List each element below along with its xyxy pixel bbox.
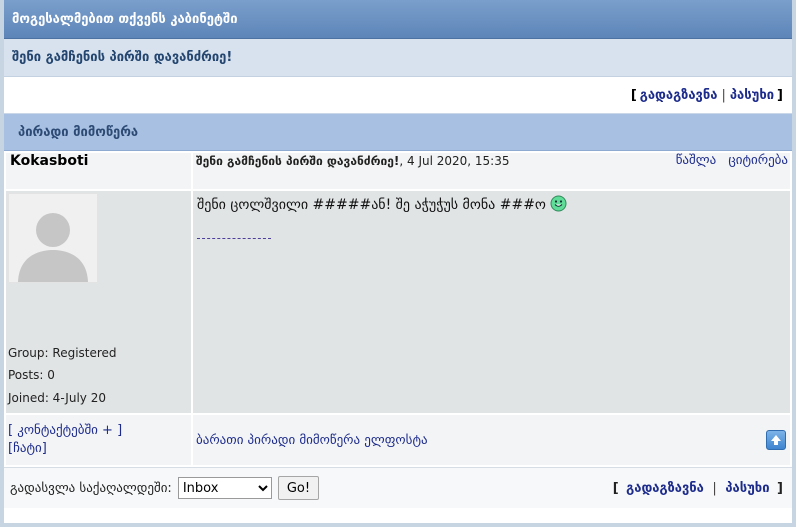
- scroll-up-icon: [771, 435, 781, 445]
- chat-link[interactable]: [ჩატი]: [8, 441, 47, 456]
- folder-select[interactable]: Inbox: [177, 477, 272, 499]
- forward-link[interactable]: გადაგზავნა: [640, 88, 718, 103]
- bracket-close: ]: [777, 87, 783, 103]
- author-posts: Posts: 0: [8, 368, 55, 382]
- author-links: [ კონტაქტებში + ] [ჩატი]: [6, 415, 191, 465]
- section-title: პირადი მიმოწერა: [18, 124, 139, 140]
- scroll-up-button[interactable]: [766, 430, 786, 450]
- bracket-open: [: [630, 87, 637, 103]
- author-stats: Group: Registered Posts: 0 Joined: 4-Jul…: [8, 342, 117, 410]
- quote-link[interactable]: ციტირება: [728, 153, 788, 168]
- message-content: შენი ცოლშვილი #####ან! შე აჭუჭუს მონა ##…: [193, 191, 790, 413]
- bottom-border: [4, 523, 792, 527]
- avatar-placeholder-icon: [18, 213, 88, 282]
- message-table: Kokasboti შენი გამჩენის პირში დავანძრიე!…: [4, 151, 792, 467]
- add-contact-link[interactable]: [ კონტაქტებში + ]: [8, 423, 122, 438]
- message-header-row: Kokasboti შენი გამჩენის პირში დავანძრიე!…: [6, 153, 790, 189]
- top-actions: [ გადაგზავნა | პასუხი ]: [4, 77, 792, 113]
- author-profile: Group: Registered Posts: 0 Joined: 4-Jul…: [6, 191, 191, 413]
- message-subject-banner: შენი გამჩენის პირში დავანძრიე!: [4, 39, 792, 77]
- author-group: Group: Registered: [8, 345, 117, 360]
- message-body: შენი ცოლშვილი #####ან! შე აჭუჭუს მონა ##…: [197, 197, 546, 213]
- welcome-header: მოგესალმებით თქვენს კაბინეტში: [4, 0, 792, 39]
- message-actions: წაშლა ციტირება: [668, 153, 790, 168]
- message-date: , 4 Jul 2020, 15:35: [399, 153, 510, 168]
- bottom-bar: გადასვლა საქაღალდეში: Inbox Go! [ გადაგზ…: [4, 467, 792, 508]
- go-button[interactable]: Go!: [277, 476, 320, 500]
- message-body-row: Group: Registered Posts: 0 Joined: 4-Jul…: [6, 191, 790, 413]
- forward-link-bottom[interactable]: გადაგზავნა: [626, 481, 704, 496]
- separator: |: [721, 87, 726, 103]
- profile-links[interactable]: ბარათი პირადი მიმოწერა ელფოსტა: [196, 433, 428, 448]
- subject-banner-text: შენი გამჩენის პირში დავანძრიე!: [12, 50, 233, 65]
- section-header: პირადი მიმოწერა: [4, 113, 792, 151]
- reply-link[interactable]: პასუხი: [730, 88, 774, 103]
- message-footer-row: [ კონტაქტებში + ] [ჩატი] ბარათი პირადი მ…: [6, 415, 790, 465]
- message-meta: შენი გამჩენის პირში დავანძრიე!, 4 Jul 20…: [193, 153, 790, 189]
- bottom-actions: [ გადაგზავნა | პასუხი ]: [610, 481, 786, 496]
- page-frame: მოგესალმებით თქვენს კაბინეტში შენი გამჩე…: [0, 0, 796, 527]
- delete-link[interactable]: წაშლა: [676, 153, 717, 168]
- separator: |: [712, 480, 717, 496]
- author-joined: Joined: 4-July 20: [8, 390, 106, 405]
- folder-jump-label: გადასვლა საქაღალდეში:: [10, 480, 172, 496]
- author-name[interactable]: Kokasboti: [6, 153, 191, 189]
- smiley-icon: [550, 195, 567, 216]
- message-footer: ბარათი პირადი მიმოწერა ელფოსტა: [193, 415, 790, 465]
- avatar[interactable]: [8, 193, 98, 283]
- message-subject: შენი გამჩენის პირში დავანძრიე!: [196, 153, 400, 168]
- reply-link-bottom[interactable]: პასუხი: [725, 481, 769, 496]
- folder-jump: გადასვლა საქაღალდეში: Inbox Go!: [10, 476, 320, 500]
- message-subject-date: შენი გამჩენის პირში დავანძრიე!, 4 Jul 20…: [193, 154, 510, 168]
- signature-divider: [197, 238, 271, 239]
- welcome-title: მოგესალმებით თქვენს კაბინეტში: [12, 11, 238, 27]
- bracket-close: ]: [777, 480, 783, 496]
- bracket-open: [: [612, 480, 619, 496]
